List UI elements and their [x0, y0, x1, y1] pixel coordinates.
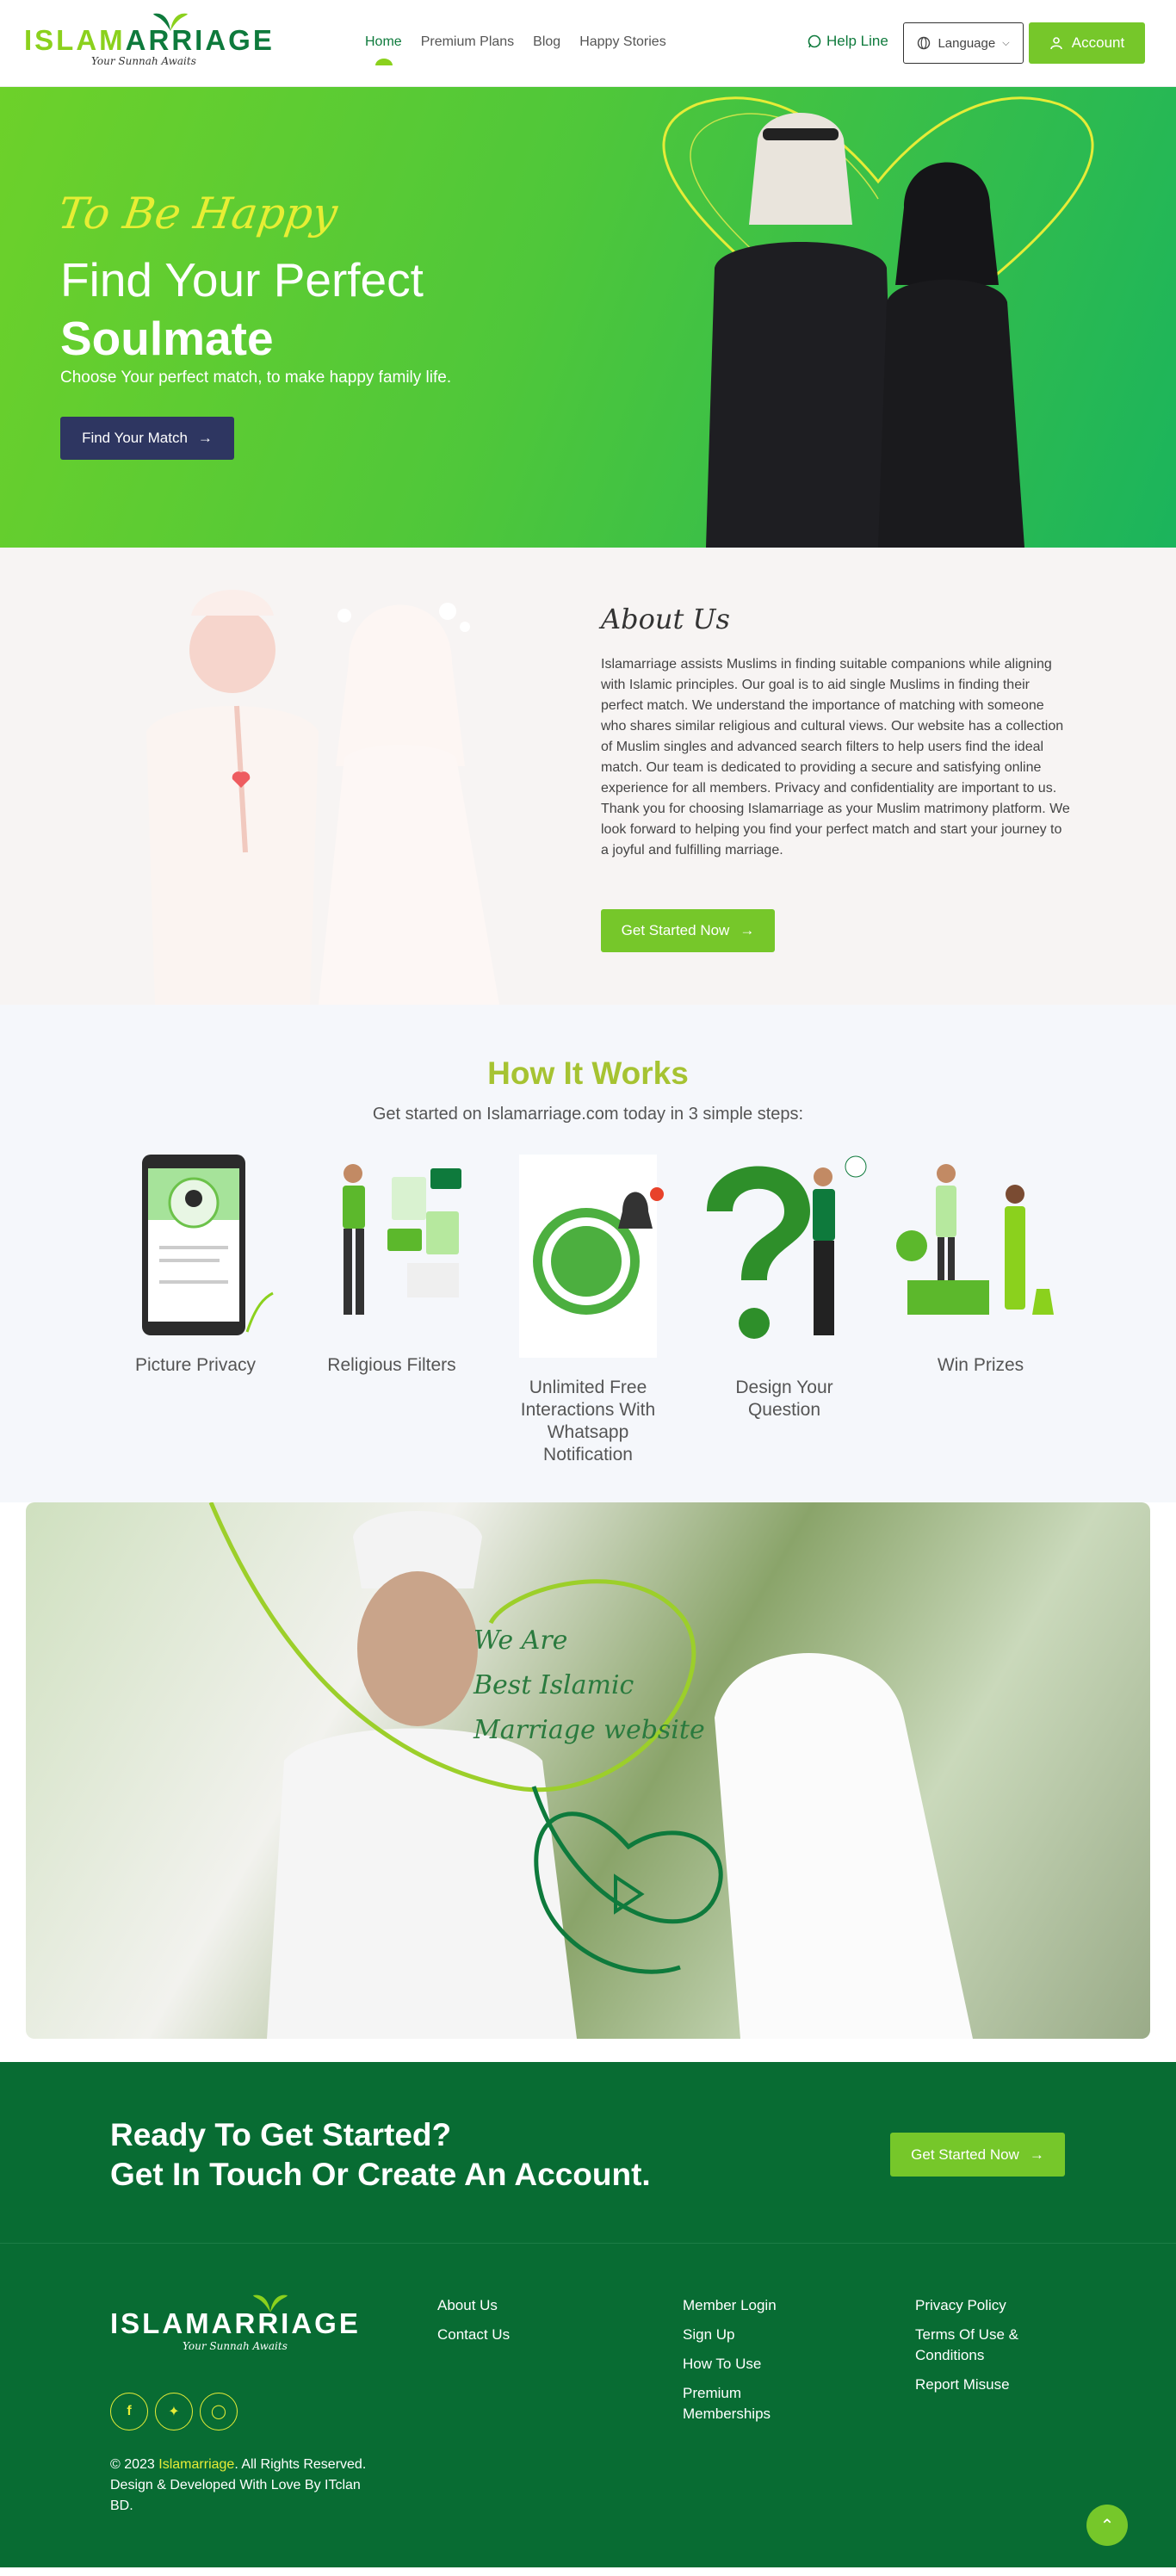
copyright-text: © 2023 Islamarriage. All Rights Reserved… [110, 2455, 377, 2517]
social-links: f ✦ ◯ [110, 2393, 238, 2430]
question-mark-person-icon [707, 1155, 867, 1339]
prizes-icon [896, 1164, 1054, 1315]
footer-col-members: Member Login Sign Up How To Use Premium … [683, 2295, 812, 2424]
footer-link-report-misuse[interactable]: Report Misuse [915, 2375, 1044, 2395]
filters-person-icon [343, 1164, 461, 1315]
help-line-link[interactable]: Help Line [808, 33, 888, 50]
footer-link-contact-us[interactable]: Contact Us [437, 2325, 510, 2345]
footer-logo[interactable]: ISLAMARRIAGE Your Sunnah Awaits [110, 2294, 358, 2362]
footer-link-how-to-use[interactable]: How To Use [683, 2354, 812, 2375]
step-label: Unlimited Free Interactions With Whatsap… [520, 1378, 656, 1464]
account-label: Account [1071, 34, 1125, 51]
step-whatsapp: Unlimited Free Interactions With Whatsap… [502, 1151, 674, 1466]
how-it-works-section: How It Works Get started on Islamarriage… [0, 1005, 1176, 1502]
nav-premium-plans[interactable]: Premium Plans [421, 34, 514, 50]
nav-happy-stories[interactable]: Happy Stories [579, 34, 666, 50]
copyright-brand-link[interactable]: Islamarriage [158, 2457, 234, 2472]
whatsapp-notification-icon [519, 1155, 664, 1358]
about-get-started-label: Get Started Now [621, 922, 730, 938]
footer-logo-word-marriage: ARRIAGE [211, 2307, 361, 2339]
video-line2: Best Islamic [473, 1670, 634, 1700]
cta-line1: Ready To Get Started? [110, 2117, 452, 2152]
video-line3: Marriage website [473, 1715, 705, 1745]
video-section: We Are Best Islamic Marriage website [0, 1502, 1176, 2062]
footer-logo-tagline: Your Sunnah Awaits [183, 2340, 288, 2352]
cta-get-started-label: Get Started Now [911, 2146, 1019, 2163]
hero-banner: To Be Happy Find Your Perfect Soulmate Ch… [0, 87, 1176, 548]
nav-blog[interactable]: Blog [533, 34, 560, 50]
about-body: Islamarriage assists Muslims in finding … [601, 657, 1070, 858]
logo-word-islam: ISLAM [24, 24, 126, 56]
footer-link-privacy-policy[interactable]: Privacy Policy [915, 2295, 1044, 2316]
language-label: Language [938, 35, 996, 51]
arrow-right-icon: → [197, 430, 213, 446]
find-your-match-button[interactable]: Find Your Match → [60, 417, 234, 460]
help-line-label: Help Line [826, 33, 888, 49]
top-navbar: ISLAMARRIAGE Your Sunnah Awaits Home Pre… [0, 0, 1176, 87]
nav-home[interactable]: Home [365, 34, 402, 65]
arrow-right-icon: → [1029, 2146, 1044, 2163]
footer-col-legal: Privacy Policy Terms Of Use & Conditions… [915, 2295, 1044, 2395]
about-title: About Us [601, 603, 730, 635]
cta-get-started-button[interactable]: Get Started Now → [890, 2133, 1065, 2177]
hero-title-line1: Find Your Perfect [60, 253, 424, 307]
couple-illustration [146, 590, 499, 1005]
how-subtitle: Get started on Islamarriage.com today in… [372, 1105, 804, 1124]
twitter-icon[interactable]: ✦ [155, 2393, 193, 2430]
video-line1: We Are [473, 1625, 568, 1656]
play-icon[interactable] [603, 1864, 654, 1916]
main-menu: Home Premium Plans Blog Happy Stories [365, 34, 666, 65]
instagram-icon[interactable]: ◯ [200, 2393, 238, 2430]
cta-heading: Ready To Get Started? Get In Touch Or Cre… [110, 2115, 651, 2195]
copyright-prefix: © 2023 [110, 2457, 159, 2472]
footer-logo-word-islam: ISLAM [110, 2307, 212, 2339]
step-picture-privacy: Picture Privacy [109, 1151, 282, 1377]
account-button[interactable]: Account [1029, 22, 1145, 64]
step-design-question: Design Your Question [698, 1151, 870, 1421]
step-win-prizes: Win Prizes [894, 1151, 1067, 1377]
footer-link-member-login[interactable]: Member Login [683, 2295, 812, 2316]
about-get-started-button[interactable]: Get Started Now → [601, 909, 775, 952]
step-label: Win Prizes [937, 1355, 1024, 1375]
footer-link-terms[interactable]: Terms Of Use & Conditions [915, 2325, 1044, 2366]
footer: ISLAMARRIAGE Your Sunnah Awaits f ✦ ◯ © … [0, 2243, 1176, 2567]
footer-link-sign-up[interactable]: Sign Up [683, 2325, 812, 2345]
phone-profile-icon [142, 1155, 274, 1335]
about-section: About Us Islamarriage assists Muslims in… [0, 548, 1176, 1005]
chevron-up-icon: ⌃ [1099, 2516, 1115, 2536]
step-label: Design Your Question [735, 1378, 833, 1420]
step-label: Religious Filters [327, 1355, 456, 1375]
footer-link-about-us[interactable]: About Us [437, 2295, 510, 2316]
whatsapp-icon [808, 34, 821, 48]
video-heading: We Are Best Islamic Marriage website [473, 1619, 705, 1753]
user-icon [1049, 37, 1062, 50]
scroll-to-top-button[interactable]: ⌃ [1086, 2505, 1128, 2546]
chevron-down-icon: ⌵ [1002, 37, 1010, 48]
cta-section: Ready To Get Started? Get In Touch Or Cre… [0, 2062, 1176, 2243]
hero-couple-image [662, 96, 1094, 548]
couple-photo-overlay [208, 1502, 973, 2039]
video-banner[interactable]: We Are Best Islamic Marriage website [26, 1502, 1150, 2039]
logo-tagline: Your Sunnah Awaits [91, 55, 196, 67]
arrow-right-icon: → [740, 922, 755, 938]
cta-line2: Get In Touch Or Create An Account. [110, 2157, 651, 2192]
footer-link-premium-memberships[interactable]: Premium Memberships [683, 2383, 812, 2424]
hero-script-text: To Be Happy [54, 189, 341, 238]
site-logo[interactable]: ISLAMARRIAGE Your Sunnah Awaits [24, 12, 272, 74]
hero-title-line2: Soulmate [60, 312, 274, 365]
step-label: Picture Privacy [134, 1355, 257, 1375]
logo-word-marriage: ARRIAGE [125, 24, 275, 56]
facebook-icon[interactable]: f [110, 2393, 148, 2430]
hero-subtitle: Choose Your perfect match, to make happy… [60, 368, 452, 387]
language-select[interactable]: Language ⌵ [903, 22, 1024, 64]
find-your-match-label: Find Your Match [82, 430, 188, 446]
hero-title: Find Your Perfect Soulmate [60, 251, 424, 368]
step-religious-filters: Religious Filters [306, 1151, 478, 1377]
footer-col-company: About Us Contact Us [437, 2295, 510, 2345]
globe-icon [918, 36, 931, 50]
how-title: How It Works [487, 1056, 689, 1091]
